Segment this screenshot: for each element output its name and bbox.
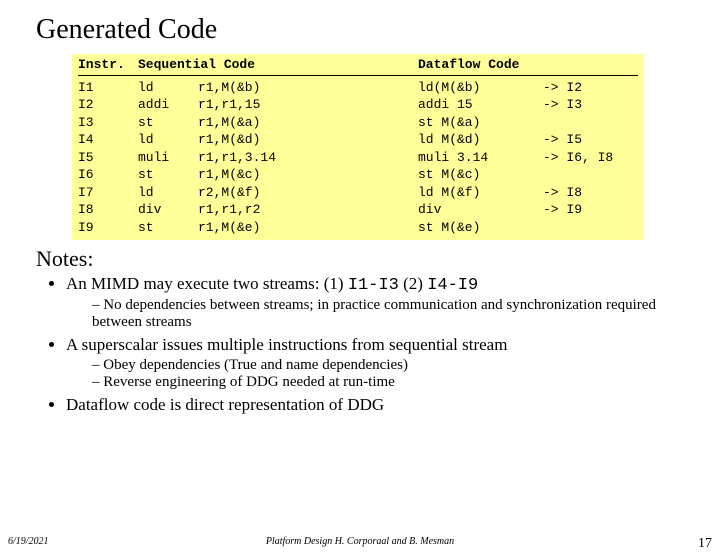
cell-instr: I9 — [78, 219, 138, 237]
text: (2) — [399, 274, 427, 293]
cell-args: r1,M(&d) — [198, 131, 418, 149]
notes-heading: Notes: — [36, 246, 684, 272]
code-span: I4-I9 — [427, 276, 478, 295]
cell-args: r1,M(&c) — [198, 166, 418, 184]
cell-dep: -> I8 — [543, 184, 623, 202]
header-df: Dataflow Code — [418, 56, 638, 74]
cell-instr: I3 — [78, 114, 138, 132]
footer-center: Platform Design H. Corporaal and B. Mesm… — [0, 536, 720, 547]
cell-op: st — [138, 114, 198, 132]
bullet-mimd: An MIMD may execute two streams: (1) I1-… — [66, 274, 684, 331]
sub-list: No dependencies between streams; in prac… — [66, 297, 684, 331]
cell-op: ld — [138, 131, 198, 149]
notes-list: An MIMD may execute two streams: (1) I1-… — [36, 274, 684, 415]
cell-dep: -> I3 — [543, 96, 623, 114]
cell-args: r1,M(&a) — [198, 114, 418, 132]
cell-df: muli 3.14 — [418, 149, 543, 167]
cell-op: addi — [138, 96, 198, 114]
cell-df: ld M(&f) — [418, 184, 543, 202]
cell-dep: -> I2 — [543, 79, 623, 97]
cell-df: div — [418, 201, 543, 219]
header-seq: Sequential Code — [138, 56, 418, 74]
cell-instr: I1 — [78, 79, 138, 97]
cell-op: st — [138, 166, 198, 184]
slide: Generated Code Instr. Sequential Code Da… — [0, 0, 720, 540]
cell-op: div — [138, 201, 198, 219]
cell-instr: I7 — [78, 184, 138, 202]
cell-df: ld(M(&b) — [418, 79, 543, 97]
cell-args: r1,r1,15 — [198, 96, 418, 114]
cell-args: r1,M(&b) — [198, 79, 418, 97]
cell-dep: -> I6, I8 — [543, 149, 623, 167]
sub-list: Obey dependencies (True and name depende… — [66, 357, 684, 391]
footer-page: 17 — [698, 536, 712, 552]
cell-instr: I2 — [78, 96, 138, 114]
cell-dep — [543, 219, 623, 237]
sub-bullet: Obey dependencies (True and name depende… — [92, 357, 684, 374]
cell-df: ld M(&d) — [418, 131, 543, 149]
cell-op: st — [138, 219, 198, 237]
text: An MIMD may execute two streams: (1) — [66, 274, 348, 293]
cell-df: st M(&a) — [418, 114, 543, 132]
code-span: I1-I3 — [348, 276, 399, 295]
cell-op: ld — [138, 79, 198, 97]
table-row: I5 muli r1,r1,3.14 muli 3.14 -> I6, I8 — [78, 149, 638, 167]
cell-op: ld — [138, 184, 198, 202]
cell-dep — [543, 166, 623, 184]
cell-args: r1,M(&e) — [198, 219, 418, 237]
cell-op: muli — [138, 149, 198, 167]
table-row: I3 st r1,M(&a) st M(&a) — [78, 114, 638, 132]
table-row: I4 ld r1,M(&d) ld M(&d) -> I5 — [78, 131, 638, 149]
slide-title: Generated Code — [36, 14, 684, 46]
cell-df: st M(&c) — [418, 166, 543, 184]
table-row: I7 ld r2,M(&f) ld M(&f) -> I8 — [78, 184, 638, 202]
cell-dep: -> I9 — [543, 201, 623, 219]
table-row: I2 addi r1,r1,15 addi 15 -> I3 — [78, 96, 638, 114]
table-row: I8 div r1,r1,r2 div -> I9 — [78, 201, 638, 219]
cell-df: st M(&e) — [418, 219, 543, 237]
cell-instr: I8 — [78, 201, 138, 219]
sub-bullet: No dependencies between streams; in prac… — [92, 297, 684, 331]
cell-args: r1,r1,r2 — [198, 201, 418, 219]
code-table: Instr. Sequential Code Dataflow Code I1 … — [72, 54, 644, 240]
cell-args: r1,r1,3.14 — [198, 149, 418, 167]
cell-instr: I5 — [78, 149, 138, 167]
sub-bullet: Reverse engineering of DDG needed at run… — [92, 374, 684, 391]
table-row: I1 ld r1,M(&b) ld(M(&b) -> I2 — [78, 79, 638, 97]
table-row: I6 st r1,M(&c) st M(&c) — [78, 166, 638, 184]
cell-instr: I6 — [78, 166, 138, 184]
cell-df: addi 15 — [418, 96, 543, 114]
cell-args: r2,M(&f) — [198, 184, 418, 202]
bullet-superscalar: A superscalar issues multiple instructio… — [66, 335, 684, 355]
cell-dep: -> I5 — [543, 131, 623, 149]
header-instr: Instr. — [78, 56, 138, 74]
table-header-row: Instr. Sequential Code Dataflow Code — [78, 56, 638, 76]
cell-instr: I4 — [78, 131, 138, 149]
cell-dep — [543, 114, 623, 132]
bullet-dataflow: Dataflow code is direct representation o… — [66, 395, 684, 415]
table-row: I9 st r1,M(&e) st M(&e) — [78, 219, 638, 237]
